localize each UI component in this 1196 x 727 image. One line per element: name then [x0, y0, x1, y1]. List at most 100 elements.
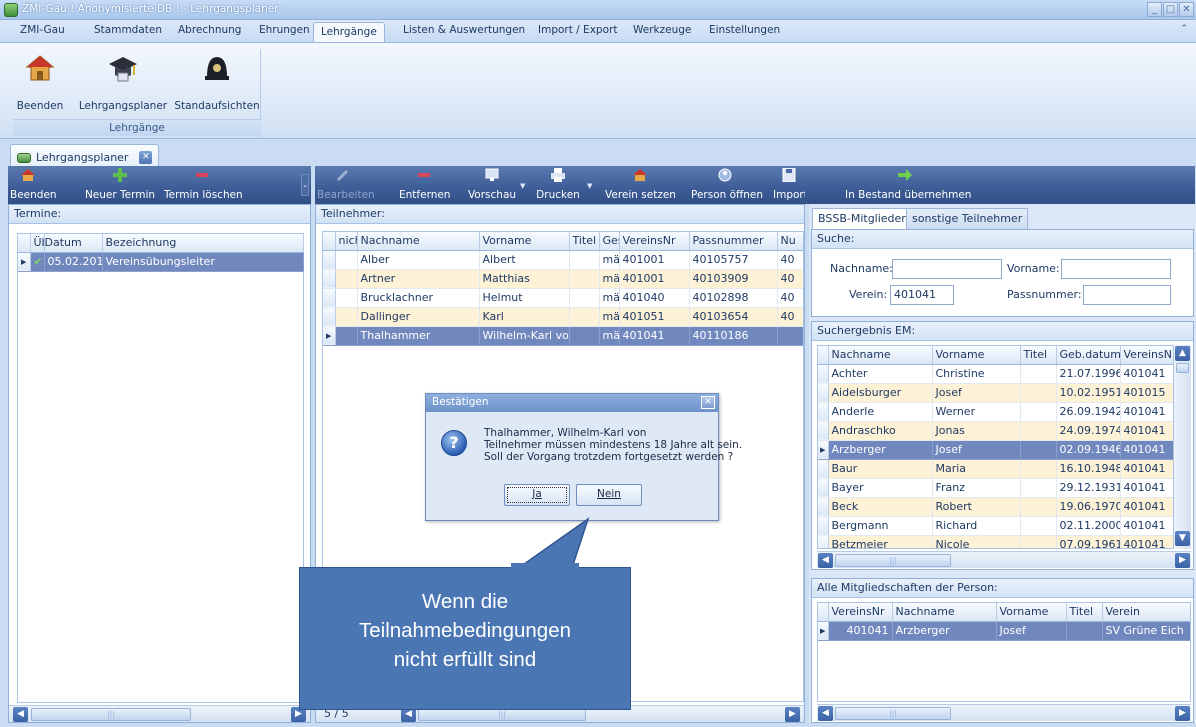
tab-lehrgangsplaner[interactable]: Lehrgangsplaner ✕ — [10, 144, 160, 166]
scroll-left-icon[interactable]: ◀ — [818, 706, 833, 721]
import-csv-button[interactable]: Import .csv — [773, 168, 805, 201]
col-geb-datum[interactable]: Geb.datum — [1056, 346, 1121, 365]
nicht-cell[interactable] — [335, 326, 358, 346]
table-row[interactable]: ▶ ✔ 05.02.2017 Vereinsübungsleiter — [18, 252, 304, 272]
col-nachname[interactable]: Nachname — [357, 232, 480, 251]
table-row[interactable]: Aidelsburger Josef 10.02.1951 401015 — [818, 383, 1173, 403]
bearbeiten-button[interactable]: Bearbeiten — [317, 168, 375, 201]
nicht-cell[interactable] — [335, 307, 358, 327]
table-row[interactable]: ArtnerMatthias mär4010014010390940 — [323, 269, 803, 289]
in-bestand-uebernehmen-button[interactable]: In Bestand übernehmen — [845, 168, 971, 201]
col-nu[interactable]: Nu — [777, 232, 803, 251]
scroll-thumb[interactable]: ||| — [835, 707, 951, 720]
tab-close-icon[interactable]: ✕ — [139, 151, 153, 164]
ribbon-beenden-button[interactable]: Beenden — [10, 53, 70, 112]
menu-import-export[interactable]: Import / Export — [538, 24, 617, 42]
maximize-button[interactable]: □ — [1163, 2, 1178, 17]
minimize-button[interactable]: _ — [1147, 2, 1162, 17]
table-row[interactable]: Bergmann Richard 02.11.2000 401041 — [818, 516, 1173, 536]
menu-zmi-gau[interactable]: ZMI-Gau — [20, 24, 65, 42]
table-row[interactable]: Bayer Franz 29.12.1931 401041 — [818, 478, 1173, 498]
col-vorname[interactable]: Vorname — [479, 232, 570, 251]
drucken-button[interactable]: Drucken — [533, 168, 583, 201]
termine-hscroll[interactable]: ◀ ||| ▶ — [9, 705, 310, 722]
menu-werkzeuge[interactable]: Werkzeuge — [633, 24, 691, 42]
table-row[interactable]: AlberAlbert mär4010014010575740 — [323, 250, 803, 270]
verein-setzen-button[interactable]: Verein setzen — [605, 168, 676, 201]
neuer-termin-button[interactable]: Neuer Termin — [84, 168, 156, 201]
nicht-cell[interactable] — [335, 250, 358, 270]
col-nachname[interactable]: Nachname — [892, 603, 997, 622]
suchergebnis-hscroll[interactable]: ◀ ||| ▶ — [817, 551, 1191, 568]
scroll-left-icon[interactable]: ◀ — [13, 707, 28, 722]
mitgliedschaften-hscroll[interactable]: ◀ ||| ▶ — [817, 704, 1191, 721]
tab-bssb-mitglieder[interactable]: BSSB-Mitglieder — [812, 208, 912, 229]
menu-einstellungen[interactable]: Einstellungen — [709, 24, 780, 42]
tab-sonstige-teilnehmer[interactable]: sonstige Teilnehmer — [906, 208, 1029, 229]
scroll-down-icon[interactable]: ▼ — [1175, 531, 1190, 546]
ja-button[interactable]: Ja — [504, 484, 570, 506]
col-uebe[interactable]: Übe — [30, 234, 45, 253]
nicht-cell[interactable] — [335, 269, 358, 289]
scroll-thumb[interactable]: ||| — [31, 708, 191, 721]
menu-stammdaten[interactable]: Stammdaten — [94, 24, 162, 42]
table-row[interactable]: Baur Maria 16.10.1948 401041 — [818, 459, 1173, 479]
scroll-thumb[interactable] — [1176, 363, 1189, 373]
ribbon-lehrgangsplaner-button[interactable]: Lehrgangsplaner — [73, 53, 173, 112]
drucken-dropdown-icon[interactable]: ▼ — [587, 182, 592, 190]
suchergebnis-vscroll[interactable]: ▲ ▼ — [1174, 345, 1191, 549]
col-titel[interactable]: Titel — [1020, 346, 1057, 365]
table-row[interactable]: ▶ ThalhammerWilhelm-Karl vor mär4010414011… — [323, 326, 803, 346]
menu-ehrungen[interactable]: Ehrungen — [259, 24, 310, 42]
scroll-right-icon[interactable]: ▶ — [1175, 706, 1190, 721]
verein-input[interactable]: 401041 — [890, 285, 954, 305]
col-bezeichnung[interactable]: Bezeichnung — [102, 234, 304, 253]
scroll-left-icon[interactable]: ◀ — [818, 553, 833, 568]
scroll-up-icon[interactable]: ▲ — [1175, 346, 1190, 361]
table-row[interactable]: Betzmeier Nicole 07.09.1961 401041 — [818, 535, 1173, 548]
col-passnummer[interactable]: Passnummer — [689, 232, 778, 251]
col-vorname[interactable]: Vorname — [996, 603, 1067, 622]
col-vereinsnr[interactable]: VereinsNr — [619, 232, 690, 251]
vorschau-dropdown-icon[interactable]: ▼ — [520, 182, 525, 190]
ribbon-standaufsichten-button[interactable]: Standaufsichten — [173, 53, 261, 112]
vorname-input[interactable] — [1061, 259, 1171, 279]
col-vereinsnr[interactable]: VereinsNr — [828, 603, 893, 622]
close-button[interactable]: ✕ — [1179, 2, 1194, 17]
table-row[interactable]: ▶ Arzberger Josef 02.09.1946 401041 — [818, 440, 1173, 460]
table-row[interactable]: ▶ 401041 Arzberger Josef SV Grüne Eich — [818, 621, 1190, 641]
scroll-right-icon[interactable]: ▶ — [1175, 553, 1190, 568]
passnummer-input[interactable] — [1083, 285, 1171, 305]
col-vereinsnr[interactable]: VereinsNr — [1120, 346, 1173, 365]
menu-lehrgaenge[interactable]: Lehrgänge — [313, 22, 385, 43]
person-oeffnen-button[interactable]: Person öffnen — [691, 168, 763, 201]
ribbon-collapse-icon[interactable]: ⌃ — [1180, 24, 1188, 34]
entfernen-button[interactable]: Entfernen — [399, 168, 450, 201]
menu-abrechnung[interactable]: Abrechnung — [178, 24, 241, 42]
table-row[interactable]: Andraschko Jonas 24.09.1974 401041 — [818, 421, 1173, 441]
toolbar-overflow-icon[interactable]: ⌄ — [301, 174, 309, 196]
scroll-thumb[interactable]: ||| — [835, 554, 951, 567]
nein-button[interactable]: Nein — [576, 484, 642, 506]
vorschau-button[interactable]: Vorschau — [467, 168, 517, 201]
menu-listen-auswertungen[interactable]: Listen & Auswertungen — [403, 24, 525, 42]
dialog-close-icon[interactable]: ✕ — [701, 396, 715, 409]
beenden-button[interactable]: Beenden — [10, 168, 57, 201]
col-nachname[interactable]: Nachname — [828, 346, 933, 365]
scroll-right-icon[interactable]: ▶ — [785, 707, 800, 722]
col-vorname[interactable]: Vorname — [932, 346, 1021, 365]
table-row[interactable]: BrucklachnerHelmut mär4010404010289840 — [323, 288, 803, 308]
table-row[interactable]: DallingerKarl mär4010514010365440 — [323, 307, 803, 327]
nachname-input[interactable] — [892, 259, 1002, 279]
col-titel[interactable]: Titel — [569, 232, 600, 251]
col-verein[interactable]: Verein — [1102, 603, 1190, 622]
col-ges[interactable]: Ges — [599, 232, 620, 251]
table-row[interactable]: Beck Robert 19.06.1970 401041 — [818, 497, 1173, 517]
nicht-cell[interactable] — [335, 288, 358, 308]
table-row[interactable]: Anderle Werner 26.09.1942 401041 — [818, 402, 1173, 422]
col-nich[interactable]: nich — [335, 232, 358, 251]
col-datum[interactable]: Datum — [44, 234, 103, 253]
col-titel[interactable]: Titel — [1066, 603, 1103, 622]
table-row[interactable]: Achter Christine 21.07.1996 401041 — [818, 364, 1173, 384]
termin-loeschen-button[interactable]: Termin löschen — [164, 168, 243, 201]
